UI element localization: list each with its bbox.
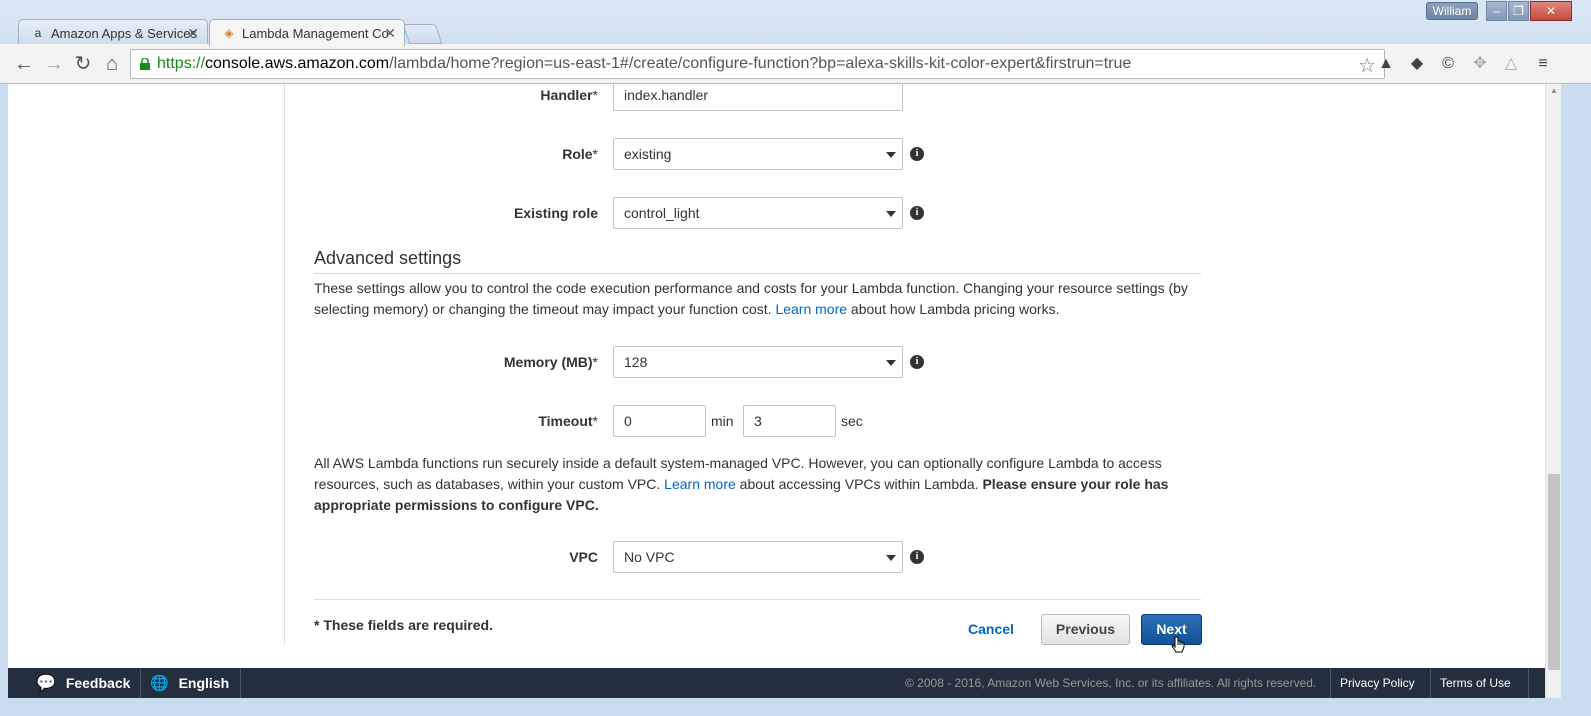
coin-extension-icon[interactable]: © [1437, 53, 1459, 75]
page-content: Handler* index.handler Role* existing i … [8, 84, 1545, 668]
privacy-policy-link[interactable]: Privacy Policy [1340, 668, 1415, 698]
dropbox-extension-icon[interactable]: ✥ [1469, 53, 1491, 75]
reload-icon[interactable]: ↻ [71, 52, 95, 76]
back-icon[interactable]: ← [12, 52, 36, 76]
minimize-icon[interactable]: – [1486, 1, 1507, 21]
pricing-learn-more-link[interactable]: Learn more [775, 301, 847, 317]
tab-strip: a Amazon Apps & Services ✕ ◈ Lambda Mana… [0, 0, 1591, 46]
copyright-text: © 2008 - 2016, Amazon Web Services, Inc.… [905, 676, 1317, 690]
drive-extension-icon[interactable]: △ [1500, 53, 1522, 75]
previous-button[interactable]: Previous [1041, 614, 1130, 645]
page-scrollbar[interactable]: ▲ [1545, 84, 1561, 698]
tab-amazon-apps[interactable]: a Amazon Apps & Services ✕ [18, 19, 208, 46]
browser-chrome: a Amazon Apps & Services ✕ ◈ Lambda Mana… [0, 0, 1591, 84]
timeout-sec-input[interactable]: 3 [743, 405, 836, 437]
aws-favicon-icon: ◈ [224, 26, 234, 40]
role-select[interactable]: existing [613, 138, 903, 170]
handler-input[interactable]: index.handler [613, 84, 903, 111]
console-footer: 💬 Feedback 🌐 English © 2008 - 2016, Amaz… [8, 668, 1545, 698]
role-label: Role* [562, 146, 598, 162]
tag-extension-icon[interactable]: ◆ [1406, 53, 1428, 75]
maximize-icon[interactable]: ❐ [1508, 1, 1529, 21]
chevron-down-icon [886, 360, 896, 366]
memory-label: Memory (MB)* [503, 354, 598, 370]
advanced-settings-description: These settings allow you to control the … [314, 280, 1188, 317]
language-selector[interactable]: 🌐 English [150, 668, 229, 698]
handler-label: Handler* [540, 87, 598, 103]
hand-cursor-icon [1171, 636, 1185, 653]
close-tab-icon[interactable]: ✕ [384, 25, 396, 42]
window-frame [1561, 84, 1591, 716]
existing-role-info-icon[interactable]: i [910, 206, 924, 220]
memory-info-icon[interactable]: i [910, 355, 924, 369]
address-bar[interactable]: https://console.aws.amazon.com/lambda/ho… [130, 49, 1385, 79]
timeout-sec-unit: sec [841, 413, 863, 429]
scroll-up-icon[interactable]: ▲ [1546, 86, 1562, 98]
form-footer-divider [314, 599, 1201, 600]
globe-icon: 🌐 [150, 675, 169, 692]
home-icon[interactable]: ⌂ [100, 52, 124, 76]
terms-of-use-link[interactable]: Terms of Use [1440, 668, 1511, 698]
memory-select[interactable]: 128 [613, 346, 903, 378]
vpc-select[interactable]: No VPC [613, 541, 903, 573]
vpc-learn-more-link[interactable]: Learn more [664, 476, 736, 492]
tab-lambda-management[interactable]: ◈ Lambda Management Co ✕ [209, 19, 405, 46]
timeout-label: Timeout* [538, 413, 598, 429]
role-info-icon[interactable]: i [910, 147, 924, 161]
close-tab-icon[interactable]: ✕ [187, 25, 199, 42]
vpc-label: VPC [569, 549, 598, 565]
timeout-min-unit: min [711, 413, 734, 429]
chevron-down-icon [886, 555, 896, 561]
vpc-info-icon[interactable]: i [910, 550, 924, 564]
section-divider [314, 273, 1201, 274]
chevron-down-icon [886, 211, 896, 217]
amazon-favicon-icon: a [34, 26, 42, 40]
existing-role-label: Existing role [513, 205, 598, 221]
forward-icon[interactable]: → [42, 52, 66, 76]
browser-toolbar: ← → ↻ ⌂ https://console.aws.amazon.com/l… [0, 44, 1591, 84]
vpc-description: All AWS Lambda functions run securely in… [314, 455, 1169, 513]
url-text: https://console.aws.amazon.com/lambda/ho… [157, 55, 1132, 72]
new-tab-button[interactable] [402, 24, 443, 44]
advanced-settings-heading: Advanced settings [314, 248, 462, 268]
tab-label: Amazon Apps & Services [51, 26, 197, 41]
menu-icon[interactable]: ≡ [1532, 53, 1554, 75]
extension-icon[interactable]: ▲ [1375, 53, 1397, 75]
feedback-button[interactable]: 💬 Feedback [36, 668, 130, 698]
window-frame-bottom [0, 698, 1591, 716]
timeout-min-input[interactable]: 0 [613, 405, 706, 437]
tab-label: Lambda Management Co [242, 26, 389, 41]
bookmark-star-icon[interactable]: ☆ [1358, 53, 1376, 78]
chevron-down-icon [886, 152, 896, 158]
scrollbar-thumb[interactable] [1548, 474, 1560, 670]
required-fields-note: * These fields are required. [314, 617, 493, 633]
cancel-button[interactable]: Cancel [958, 614, 1024, 644]
lock-icon [140, 58, 150, 70]
existing-role-select[interactable]: control_light [613, 197, 903, 229]
profile-button[interactable]: William [1426, 2, 1478, 20]
close-window-icon[interactable]: ✕ [1530, 1, 1572, 21]
speech-bubble-icon: 💬 [36, 675, 56, 692]
content-divider [284, 84, 285, 644]
